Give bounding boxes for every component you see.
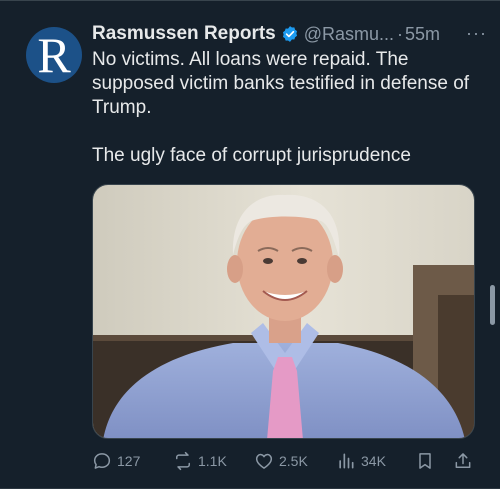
reply-button[interactable]: 127 (92, 451, 140, 471)
like-count: 2.5K (279, 453, 308, 469)
tweet-text: No victims. All loans were repaid. The s… (92, 49, 470, 166)
views-button[interactable]: 34K (336, 451, 386, 471)
reply-count: 127 (117, 453, 141, 469)
avatar[interactable]: R (26, 27, 82, 83)
timestamp[interactable]: 55m (405, 24, 440, 45)
views-icon (339, 453, 354, 469)
reply-icon (93, 453, 111, 469)
bookmark-icon (419, 453, 431, 469)
author-name[interactable]: Rasmussen Reports (92, 23, 276, 45)
tweet-header: Rasmussen Reports @Rasmu... · 55m ··· (92, 20, 487, 48)
repost-icon (176, 451, 190, 471)
verified-badge-icon[interactable] (281, 25, 299, 43)
bookmark-button[interactable] (415, 451, 435, 471)
scrollbar[interactable] (490, 285, 495, 325)
action-bar: 127 1.1K 2.5K 34K (92, 451, 482, 475)
photo-portrait (93, 185, 474, 438)
share-icon (455, 453, 471, 468)
separator-dot: · (397, 23, 404, 44)
avatar-letter: R (37, 27, 71, 83)
author-handle[interactable]: @Rasmu... (304, 24, 394, 45)
like-button[interactable]: 2.5K (254, 451, 308, 471)
repost-button[interactable]: 1.1K (173, 451, 227, 471)
more-icon[interactable]: ··· (466, 23, 487, 44)
views-count: 34K (361, 453, 386, 469)
top-divider (0, 0, 500, 1)
repost-count: 1.1K (198, 453, 227, 469)
share-button[interactable] (453, 451, 473, 471)
like-icon (255, 453, 273, 469)
tweet-image[interactable] (92, 184, 475, 439)
